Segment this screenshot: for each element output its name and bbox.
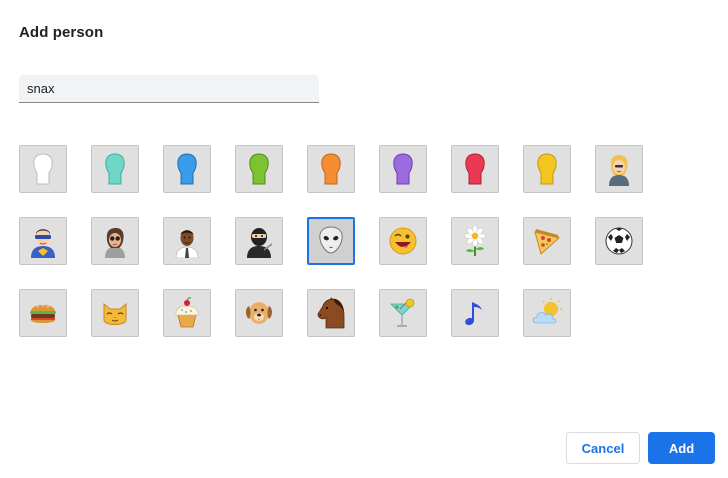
generic-avatar-green[interactable]: [235, 145, 283, 193]
name-input[interactable]: [19, 75, 319, 103]
generic-avatar-blue[interactable]: [163, 145, 211, 193]
generic-avatar-yellow[interactable]: [523, 145, 571, 193]
businesswoman-avatar[interactable]: [595, 145, 643, 193]
dog-avatar[interactable]: [235, 289, 283, 337]
ninja-avatar-icon: [247, 228, 273, 258]
cocktail-avatar[interactable]: [379, 289, 427, 337]
add-button[interactable]: Add: [648, 432, 715, 464]
generic-avatar-cyan[interactable]: [91, 145, 139, 193]
burger-avatar[interactable]: [19, 289, 67, 337]
music-note-avatar[interactable]: [451, 289, 499, 337]
dog-avatar-icon: [246, 302, 272, 324]
businesswoman-avatar-icon: [609, 155, 629, 186]
generic-avatar-blue-icon: [177, 153, 197, 185]
sunglasses-woman-avatar[interactable]: [91, 217, 139, 265]
generic-avatar-white[interactable]: [19, 145, 67, 193]
generic-avatar-red-icon: [465, 153, 485, 185]
music-note-avatar-icon: [465, 302, 482, 326]
soccer-ball-avatar[interactable]: [595, 217, 643, 265]
dialog-title: Add person: [19, 24, 104, 41]
add-person-dialog: Add person snax Cancel Add: [0, 0, 728, 478]
generic-avatar-purple[interactable]: [379, 145, 427, 193]
alien-avatar-icon: [319, 226, 343, 254]
soccer-ball-avatar-icon: [605, 227, 633, 255]
businessman-avatar[interactable]: [163, 217, 211, 265]
flower-avatar[interactable]: [451, 217, 499, 265]
horse-avatar[interactable]: [307, 289, 355, 337]
sun-cloud-avatar[interactable]: [523, 289, 571, 337]
superhero-avatar[interactable]: [19, 217, 67, 265]
generic-avatar-yellow-icon: [537, 153, 557, 185]
cocktail-avatar-icon: [390, 298, 415, 327]
smiley-avatar-icon: [389, 227, 417, 255]
ninja-avatar[interactable]: [235, 217, 283, 265]
burger-avatar-icon: [30, 305, 56, 323]
generic-avatar-red[interactable]: [451, 145, 499, 193]
generic-avatar-purple-icon: [393, 153, 413, 185]
cat-avatar[interactable]: [91, 289, 139, 337]
cat-avatar-icon: [103, 302, 127, 325]
smiley-avatar[interactable]: [379, 217, 427, 265]
alien-avatar[interactable]: [307, 217, 355, 265]
cupcake-avatar[interactable]: [163, 289, 211, 337]
generic-avatar-white-icon: [33, 153, 53, 185]
sun-cloud-avatar-icon: [532, 298, 562, 324]
generic-avatar-orange-icon: [321, 153, 341, 185]
generic-avatar-cyan-icon: [105, 153, 125, 185]
cancel-button[interactable]: Cancel: [566, 432, 640, 464]
horse-avatar-icon: [317, 297, 345, 329]
businessman-avatar-icon: [175, 230, 199, 258]
flower-avatar-icon: [464, 225, 486, 256]
pizza-avatar-icon: [534, 229, 561, 255]
generic-avatar-green-icon: [249, 153, 269, 185]
superhero-avatar-icon: [31, 229, 55, 258]
pizza-avatar[interactable]: [523, 217, 571, 265]
sunglasses-woman-avatar-icon: [105, 228, 125, 258]
cupcake-avatar-icon: [175, 297, 199, 328]
generic-avatar-orange[interactable]: [307, 145, 355, 193]
